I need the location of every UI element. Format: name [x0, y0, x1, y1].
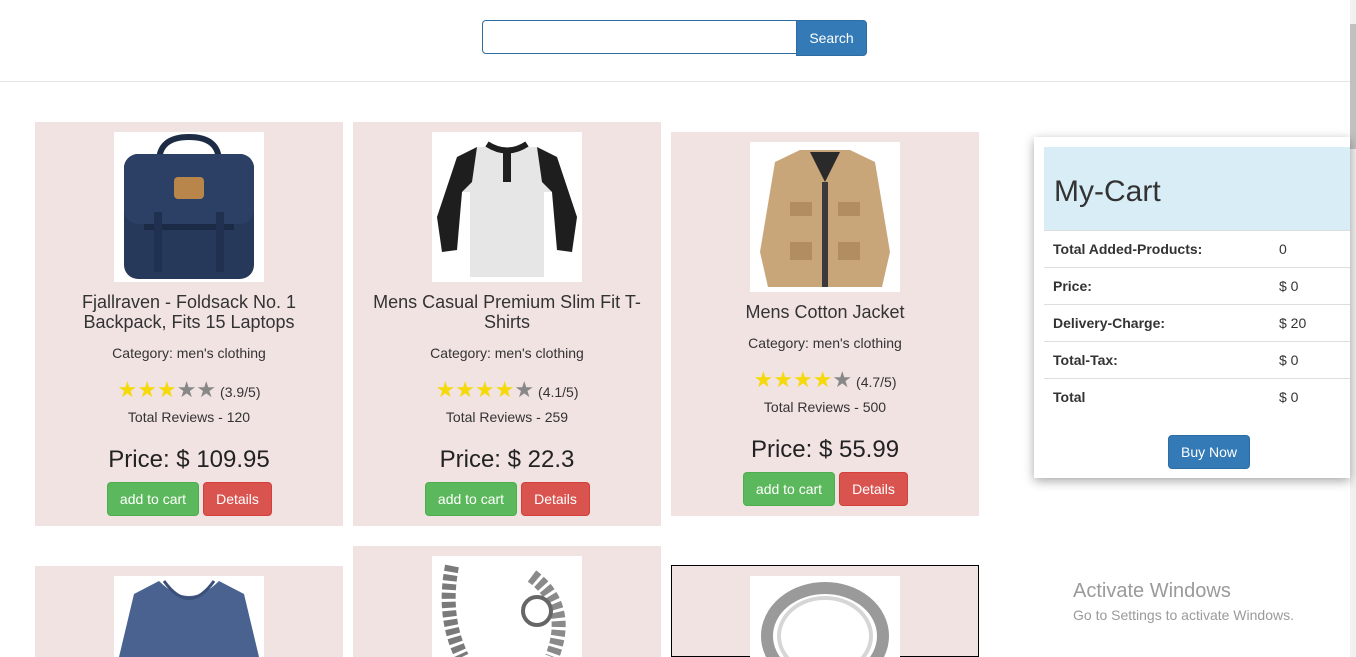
- cart-row-total-products: Total Added-Products: 0: [1044, 231, 1350, 268]
- cart-row-value: 0: [1279, 241, 1287, 257]
- top-bar: Search: [0, 0, 1350, 82]
- bracelet-image: [432, 556, 582, 657]
- rating-text: (4.1/5): [538, 384, 579, 400]
- product-rating: ★★★★★ (4.1/5): [353, 377, 661, 403]
- star-icon: ★: [176, 377, 197, 402]
- add-to-cart-button[interactable]: add to cart: [743, 472, 835, 506]
- star-icon: ★: [832, 367, 853, 392]
- watermark-subtitle: Go to Settings to activate Windows.: [1073, 607, 1294, 623]
- cart-row-label: Total: [1053, 389, 1086, 405]
- star-icon: ★: [792, 367, 813, 392]
- product-category: Category: men's clothing: [748, 335, 902, 351]
- cart-header: My-Cart: [1044, 147, 1350, 231]
- cart-row-label: Total-Tax:: [1053, 352, 1118, 368]
- product-card: Mens Cotton Jacket Category: men's cloth…: [671, 132, 979, 516]
- star-icon: ★: [196, 377, 217, 402]
- product-card: [35, 566, 343, 657]
- product-category: Category: men's clothing: [112, 345, 266, 361]
- search-button[interactable]: Search: [796, 20, 867, 56]
- product-card: [353, 546, 661, 657]
- product-card: Mens Casual Premium Slim Fit T-Shirts Ca…: [353, 122, 661, 526]
- product-price: Price: $ 55.99: [750, 436, 900, 463]
- product-title: Mens Casual Premium Slim Fit T-Shirts: [373, 292, 641, 332]
- watermark-title: Activate Windows: [1073, 580, 1231, 602]
- product-card: Fjallraven - Foldsack No. 1 Backpack, Fi…: [35, 122, 343, 526]
- product-rating: ★★★★★ (4.7/5): [671, 367, 979, 393]
- search-input[interactable]: [482, 20, 798, 54]
- cart-row-label: Total Added-Products:: [1053, 241, 1203, 257]
- star-icon: ★: [494, 377, 515, 402]
- star-icon: ★: [137, 377, 157, 402]
- product-reviews: Total Reviews - 500: [763, 399, 887, 415]
- sweater-image: [114, 576, 264, 657]
- buy-now-button[interactable]: Buy Now: [1168, 435, 1250, 469]
- backpack-image: [114, 132, 264, 282]
- add-to-cart-button[interactable]: add to cart: [107, 482, 199, 516]
- star-icon: ★: [474, 377, 495, 402]
- jacket-image: [750, 142, 900, 292]
- details-button[interactable]: Details: [839, 472, 908, 506]
- product-title: Fjallraven - Foldsack No. 1 Backpack, Fi…: [81, 292, 297, 332]
- product-reviews: Total Reviews - 120: [127, 409, 251, 425]
- cart-row-total: Total $ 0: [1044, 379, 1350, 415]
- scrollbar-thumb[interactable]: [1350, 24, 1356, 149]
- cart-row-value: $ 20: [1279, 315, 1307, 331]
- product-category: Category: men's clothing: [430, 345, 584, 361]
- cart-row-value: $ 0: [1279, 278, 1299, 294]
- cart-panel: My-Cart Total Added-Products: 0 Price: $…: [1034, 137, 1350, 478]
- product-card: [671, 565, 979, 657]
- star-icon: ★: [514, 377, 535, 402]
- cart-row-delivery: Delivery-Charge: $ 20: [1044, 305, 1350, 342]
- product-price: Price: $ 109.95: [108, 446, 270, 473]
- activate-windows-watermark: Activate Windows Go to Settings to activ…: [1073, 580, 1294, 623]
- cart-row-value: $ 0: [1279, 389, 1299, 405]
- cart-title: My-Cart: [1054, 175, 1161, 208]
- cart-row-value: $ 0: [1279, 352, 1299, 368]
- cart-row-price: Price: $ 0: [1044, 268, 1350, 305]
- add-to-cart-button[interactable]: add to cart: [425, 482, 517, 516]
- star-icon: ★: [455, 377, 475, 402]
- star-icon: ★: [435, 377, 456, 402]
- star-icon: ★: [117, 377, 138, 402]
- tshirt-image: [432, 132, 582, 282]
- ring-image: [750, 576, 900, 657]
- cart-row-tax: Total-Tax: $ 0: [1044, 342, 1350, 379]
- star-icon: ★: [812, 367, 833, 392]
- star-icon: ★: [156, 377, 177, 402]
- rating-text: (3.9/5): [220, 384, 261, 400]
- cart-row-label: Price:: [1053, 278, 1092, 294]
- details-button[interactable]: Details: [203, 482, 272, 516]
- details-button[interactable]: Details: [521, 482, 590, 516]
- star-icon: ★: [773, 367, 793, 392]
- product-price: Price: $ 22.3: [439, 446, 575, 473]
- product-reviews: Total Reviews - 259: [445, 409, 569, 425]
- product-title: Mens Cotton Jacket: [745, 302, 905, 322]
- scrollbar[interactable]: [1350, 0, 1356, 657]
- product-rating: ★★★★★ (3.9/5): [35, 377, 343, 403]
- star-icon: ★: [753, 367, 774, 392]
- rating-text: (4.7/5): [856, 374, 897, 390]
- cart-row-label: Delivery-Charge:: [1053, 315, 1166, 331]
